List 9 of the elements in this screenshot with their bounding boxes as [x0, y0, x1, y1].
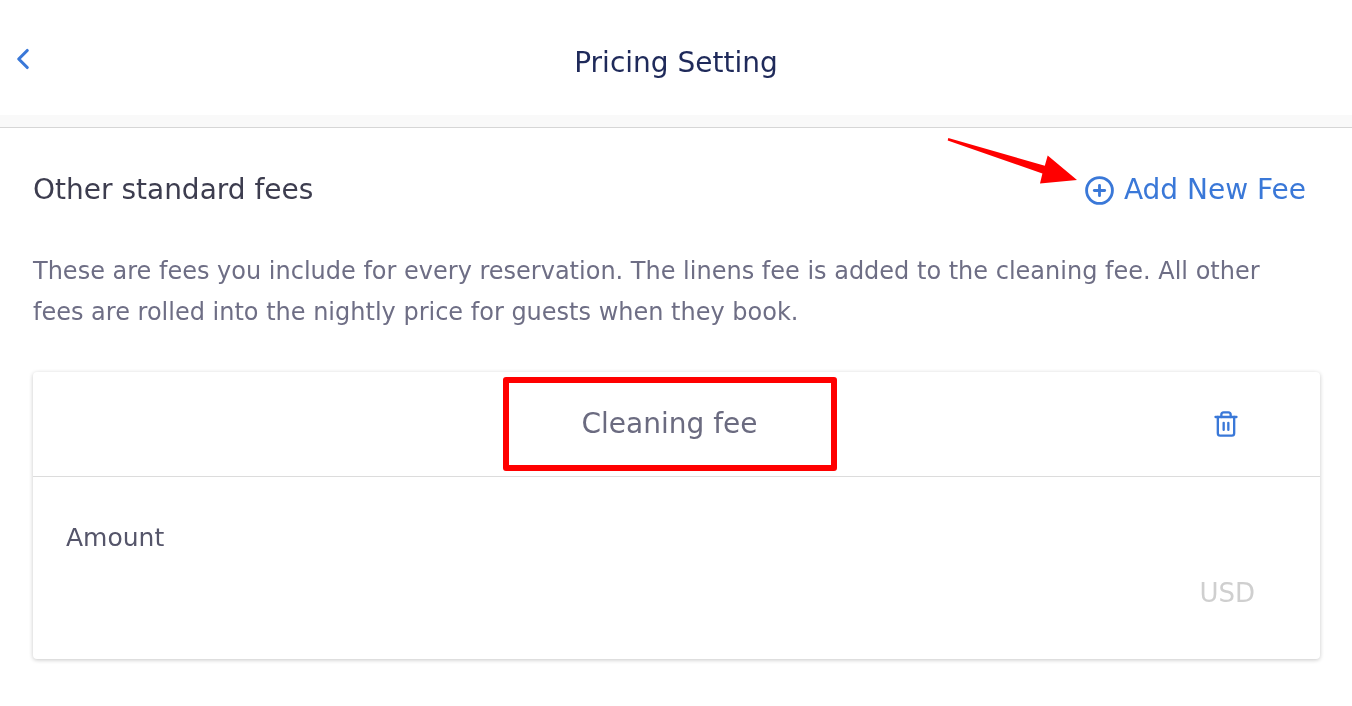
field-label: Amount	[66, 522, 166, 554]
section-title: Other standard fees	[33, 172, 314, 208]
delete-button[interactable]	[1212, 410, 1240, 438]
add-fee-button[interactable]: Add New Fee	[1083, 172, 1306, 208]
trash-icon	[1212, 410, 1240, 438]
plus-circle-icon	[1083, 174, 1115, 206]
page-title: Pricing Setting	[574, 44, 778, 81]
section-description: These are fees you include for every reservation. The linens fee is added to the cleaning fee. All other fees are rolled into the nightly price for guests when they book.	[33, 256, 1261, 328]
fee-name: Cleaning fee	[581, 406, 758, 442]
